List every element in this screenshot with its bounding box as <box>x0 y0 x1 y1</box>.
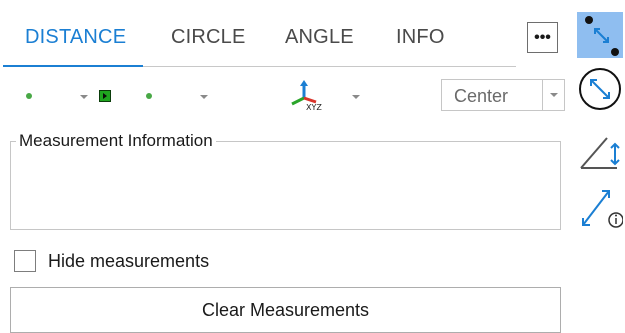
tab-divider <box>143 66 516 67</box>
green-dot-icon[interactable] <box>26 93 32 99</box>
chevron-down-icon[interactable] <box>80 95 88 99</box>
hide-measurements-checkbox[interactable] <box>14 250 36 272</box>
tab-distance[interactable]: DISTANCE <box>25 26 126 49</box>
tab-angle[interactable]: ANGLE <box>285 26 354 49</box>
chevron-down-icon[interactable] <box>352 95 360 99</box>
measurement-info-legend: Measurement Information <box>16 131 216 151</box>
circle-measure-tool-button[interactable] <box>577 66 623 112</box>
angle-measure-icon <box>580 137 620 169</box>
tab-bar: DISTANCE CIRCLE ANGLE INFO <box>0 0 520 80</box>
mode-select[interactable]: Center <box>441 79 565 111</box>
hide-measurements-label[interactable]: Hide measurements <box>48 251 209 272</box>
point-distance-icon <box>585 16 619 56</box>
select-divider <box>542 80 543 110</box>
chevron-down-icon[interactable] <box>200 95 208 99</box>
clear-measurements-label: Clear Measurements <box>201 300 370 320</box>
xyz-axes-glyph: XYZ <box>291 80 322 112</box>
xyz-label: XYZ <box>306 103 322 112</box>
clear-measurements-button[interactable]: Clear Measurements <box>10 287 561 333</box>
green-dot-icon[interactable] <box>146 93 152 99</box>
tab-circle[interactable]: CIRCLE <box>171 26 246 49</box>
ellipsis-icon: ••• <box>534 28 551 46</box>
more-options-button[interactable]: ••• <box>527 22 558 53</box>
info-measure-tool-button[interactable] <box>577 185 624 231</box>
green-square-play-icon[interactable] <box>99 90 111 102</box>
xyz-axes-icon[interactable]: XYZ <box>290 80 324 117</box>
tab-info[interactable]: INFO <box>396 26 445 49</box>
angle-measure-tool-button[interactable] <box>577 130 623 176</box>
circle-measure-icon <box>579 68 621 110</box>
info-measure-icon <box>582 190 624 228</box>
point-distance-tool-button[interactable] <box>577 12 623 58</box>
mode-select-value: Center <box>454 86 509 106</box>
chevron-down-icon[interactable] <box>550 93 558 97</box>
measurement-info-box <box>10 141 561 230</box>
active-tab-indicator <box>3 65 143 67</box>
